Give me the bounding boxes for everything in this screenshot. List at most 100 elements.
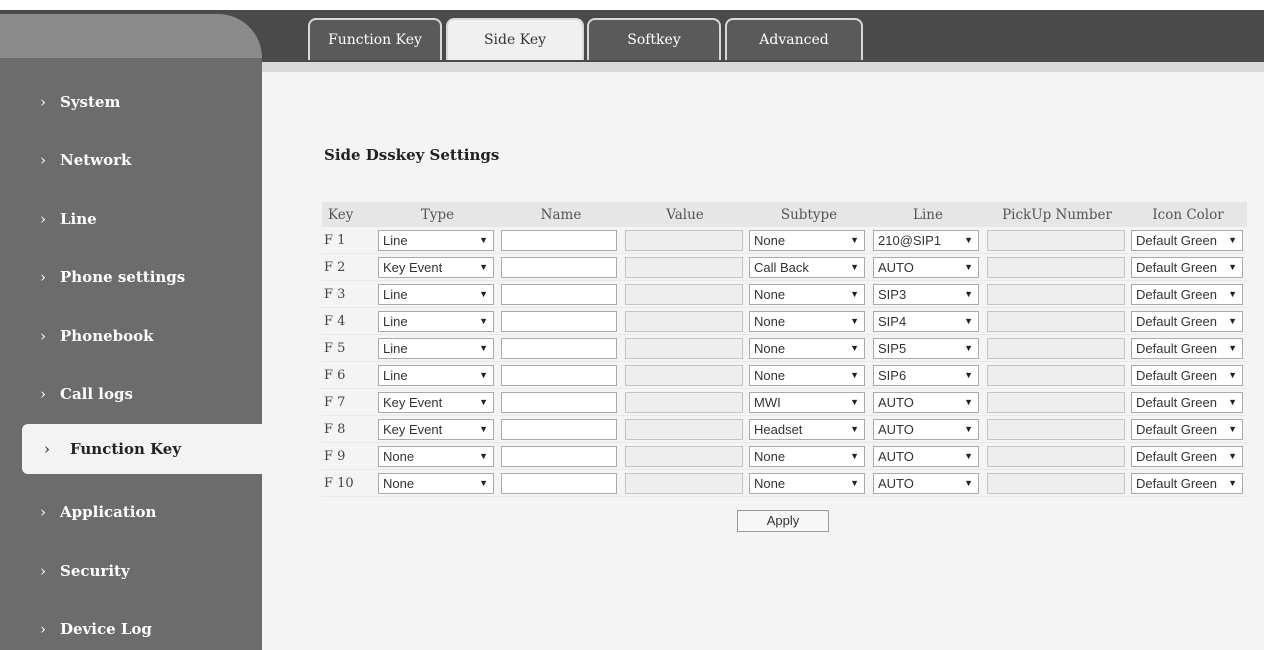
dropdown-arrow-icon: ▼ bbox=[1228, 423, 1237, 434]
type-select[interactable]: Line ▼ bbox=[378, 310, 494, 332]
sidebar-item-call-logs[interactable]: › Call logs bbox=[22, 374, 262, 414]
chevron-right-icon: › bbox=[40, 562, 46, 580]
icon-color-select[interactable]: Default Green ▼ bbox=[1131, 337, 1243, 359]
pickup-number-input bbox=[987, 283, 1125, 305]
tab-side-key[interactable]: Side Key bbox=[446, 18, 584, 60]
icon-color-select[interactable]: Default Green ▼ bbox=[1131, 229, 1243, 251]
subtype-select[interactable]: MWI ▼ bbox=[749, 391, 865, 413]
subtype-select[interactable]: Headset ▼ bbox=[749, 418, 865, 440]
name-input[interactable] bbox=[501, 310, 617, 332]
subtype-select[interactable]: None ▼ bbox=[749, 229, 865, 251]
subtype-select[interactable]: None ▼ bbox=[749, 283, 865, 305]
sidebar-item-label: Phone settings bbox=[60, 268, 186, 286]
icon-color-select-value: Default Green bbox=[1136, 259, 1217, 275]
line-select[interactable]: AUTO ▼ bbox=[873, 418, 979, 440]
dropdown-arrow-icon: ▼ bbox=[850, 342, 859, 353]
dropdown-arrow-icon: ▼ bbox=[964, 450, 973, 461]
line-select[interactable]: SIP4 ▼ bbox=[873, 310, 979, 332]
sidebar-item-label: Line bbox=[60, 210, 97, 228]
line-select[interactable]: SIP5 ▼ bbox=[873, 337, 979, 359]
name-input[interactable] bbox=[501, 472, 617, 494]
line-select[interactable]: 210@SIP1 ▼ bbox=[873, 229, 979, 251]
subtype-select[interactable]: None ▼ bbox=[749, 445, 865, 467]
icon-color-select[interactable]: Default Green ▼ bbox=[1131, 310, 1243, 332]
icon-color-select[interactable]: Default Green ▼ bbox=[1131, 391, 1243, 413]
type-select[interactable]: Line ▼ bbox=[378, 337, 494, 359]
dropdown-arrow-icon: ▼ bbox=[479, 477, 488, 488]
table-row: F 3 Line ▼ None ▼ SIP3 ▼ Default Green ▼ bbox=[322, 280, 1247, 308]
dropdown-arrow-icon: ▼ bbox=[479, 261, 488, 272]
line-select[interactable]: AUTO ▼ bbox=[873, 472, 979, 494]
name-input[interactable] bbox=[501, 256, 617, 278]
line-select[interactable]: AUTO ▼ bbox=[873, 391, 979, 413]
table-row: F 1 Line ▼ None ▼ 210@SIP1 ▼ Default Green ▼ bbox=[322, 227, 1247, 254]
type-select[interactable]: Line ▼ bbox=[378, 364, 494, 386]
type-select[interactable]: Key Event ▼ bbox=[378, 391, 494, 413]
subtype-select[interactable]: None ▼ bbox=[749, 364, 865, 386]
subtype-select[interactable]: None ▼ bbox=[749, 310, 865, 332]
column-header-value: Value bbox=[623, 202, 747, 227]
dropdown-arrow-icon: ▼ bbox=[964, 342, 973, 353]
sidebar-item-network[interactable]: › Network bbox=[22, 140, 262, 180]
pickup-number-input bbox=[987, 337, 1125, 359]
sidebar-item-phonebook[interactable]: › Phonebook bbox=[22, 316, 262, 356]
tab-function-key[interactable]: Function Key bbox=[308, 18, 442, 60]
dropdown-arrow-icon: ▼ bbox=[479, 234, 488, 245]
column-header-icon-color: Icon Color bbox=[1129, 202, 1247, 227]
sidebar-item-security[interactable]: › Security bbox=[22, 551, 262, 591]
icon-color-select[interactable]: Default Green ▼ bbox=[1131, 256, 1243, 278]
chevron-right-icon: › bbox=[40, 620, 46, 638]
line-select[interactable]: SIP3 ▼ bbox=[873, 283, 979, 305]
sidebar-item-application[interactable]: › Application bbox=[22, 492, 262, 532]
tab-softkey[interactable]: Softkey bbox=[587, 18, 721, 60]
pickup-number-input bbox=[987, 229, 1125, 251]
dropdown-arrow-icon: ▼ bbox=[479, 315, 488, 326]
icon-color-select-value: Default Green bbox=[1136, 232, 1217, 248]
type-select[interactable]: None ▼ bbox=[378, 445, 494, 467]
type-select[interactable]: Key Event ▼ bbox=[378, 418, 494, 440]
dropdown-arrow-icon: ▼ bbox=[850, 234, 859, 245]
sidebar-item-system[interactable]: › System bbox=[22, 82, 262, 122]
dropdown-arrow-icon: ▼ bbox=[1228, 234, 1237, 245]
sidebar-item-device-log[interactable]: › Device Log bbox=[22, 609, 262, 649]
name-input[interactable] bbox=[501, 364, 617, 386]
name-input[interactable] bbox=[501, 391, 617, 413]
apply-button[interactable]: Apply bbox=[737, 510, 829, 532]
type-select[interactable]: Line ▼ bbox=[378, 229, 494, 251]
value-input bbox=[625, 364, 743, 386]
subtype-select[interactable]: None ▼ bbox=[749, 472, 865, 494]
icon-color-select[interactable]: Default Green ▼ bbox=[1131, 472, 1243, 494]
key-label: F 9 bbox=[322, 442, 376, 470]
sidebar-item-label: Security bbox=[60, 562, 130, 580]
line-select[interactable]: SIP6 ▼ bbox=[873, 364, 979, 386]
type-select[interactable]: Line ▼ bbox=[378, 283, 494, 305]
icon-color-select[interactable]: Default Green ▼ bbox=[1131, 364, 1243, 386]
icon-color-select[interactable]: Default Green ▼ bbox=[1131, 283, 1243, 305]
icon-color-select[interactable]: Default Green ▼ bbox=[1131, 418, 1243, 440]
table-row: F 6 Line ▼ None ▼ SIP6 ▼ Default Green ▼ bbox=[322, 361, 1247, 389]
name-input[interactable] bbox=[501, 229, 617, 251]
name-input[interactable] bbox=[501, 445, 617, 467]
line-select-value: SIP4 bbox=[878, 313, 907, 329]
line-select-value: AUTO bbox=[878, 475, 914, 491]
type-select[interactable]: Key Event ▼ bbox=[378, 256, 494, 278]
tab-advanced[interactable]: Advanced bbox=[725, 18, 863, 60]
subtype-select[interactable]: Call Back ▼ bbox=[749, 256, 865, 278]
name-input[interactable] bbox=[501, 418, 617, 440]
type-select-value: Line bbox=[383, 367, 408, 383]
type-select[interactable]: None ▼ bbox=[378, 472, 494, 494]
dropdown-arrow-icon: ▼ bbox=[964, 477, 973, 488]
sidebar: › System › Network › Line › Phone settings ›… bbox=[0, 14, 262, 650]
dropdown-arrow-icon: ▼ bbox=[964, 234, 973, 245]
name-input[interactable] bbox=[501, 337, 617, 359]
line-select[interactable]: AUTO ▼ bbox=[873, 256, 979, 278]
table-row: F 5 Line ▼ None ▼ SIP5 ▼ Default Green ▼ bbox=[322, 334, 1247, 362]
sidebar-item-line[interactable]: › Line bbox=[22, 199, 262, 239]
subtype-select-value: None bbox=[754, 340, 786, 356]
icon-color-select[interactable]: Default Green ▼ bbox=[1131, 445, 1243, 467]
sidebar-item-function-key[interactable]: › Function Key bbox=[22, 424, 262, 474]
subtype-select[interactable]: None ▼ bbox=[749, 337, 865, 359]
line-select[interactable]: AUTO ▼ bbox=[873, 445, 979, 467]
sidebar-item-phone-settings[interactable]: › Phone settings bbox=[22, 257, 262, 297]
name-input[interactable] bbox=[501, 283, 617, 305]
